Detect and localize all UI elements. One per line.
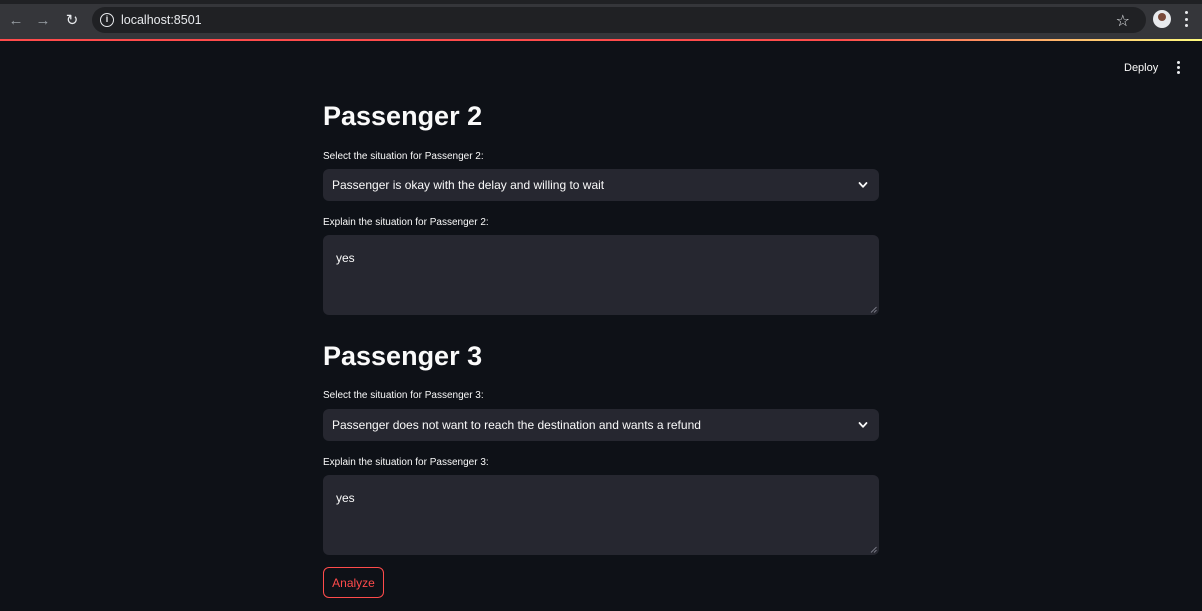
browser-toolbar: ← → ↻ i localhost:8501 ☆ [0, 0, 1202, 40]
url-text[interactable]: localhost:8501 [121, 13, 202, 27]
passenger-3-select-label: Select the situation for Passenger 3: [323, 390, 484, 401]
streamlit-header-decoration [0, 39, 1202, 41]
select-value: Passenger is okay with the delay and wil… [332, 178, 605, 192]
back-arrow-icon[interactable]: ← [6, 10, 26, 30]
textarea-value: yes [336, 251, 355, 265]
passenger-3-explain-textarea[interactable]: yes [323, 475, 879, 555]
tab-strip [0, 0, 1202, 4]
reload-icon[interactable]: ↻ [62, 10, 82, 30]
deploy-button[interactable]: Deploy [1116, 58, 1166, 78]
passenger-3-explain-label: Explain the situation for Passenger 3: [323, 457, 489, 468]
passenger-2-situation-select[interactable]: Passenger is okay with the delay and wil… [323, 169, 879, 201]
passenger-3-situation-select[interactable]: Passenger does not want to reach the des… [323, 409, 879, 441]
analyze-button[interactable]: Analyze [323, 567, 384, 598]
bookmark-star-icon[interactable]: ☆ [1116, 11, 1130, 31]
resize-handle-icon[interactable] [870, 546, 877, 553]
forward-arrow-icon[interactable]: → [33, 10, 53, 30]
passenger-2-select-label: Select the situation for Passenger 2: [323, 151, 484, 162]
passenger-3-title: Passenger 3 [323, 341, 483, 371]
site-info-icon[interactable]: i [100, 13, 114, 27]
passenger-2-explain-label: Explain the situation for Passenger 2: [323, 217, 489, 228]
address-bar[interactable]: i localhost:8501 ☆ [92, 7, 1146, 33]
browser-menu-icon[interactable] [1184, 11, 1188, 27]
textarea-value: yes [336, 491, 355, 505]
resize-handle-icon[interactable] [870, 306, 877, 313]
passenger-2-explain-textarea[interactable]: yes [323, 235, 879, 315]
app-menu-icon[interactable] [1176, 61, 1180, 74]
passenger-2-title: Passenger 2 [323, 101, 483, 131]
chevron-down-icon [858, 422, 868, 428]
select-value: Passenger does not want to reach the des… [332, 418, 701, 432]
chevron-down-icon [858, 182, 868, 188]
profile-avatar[interactable] [1153, 10, 1171, 28]
